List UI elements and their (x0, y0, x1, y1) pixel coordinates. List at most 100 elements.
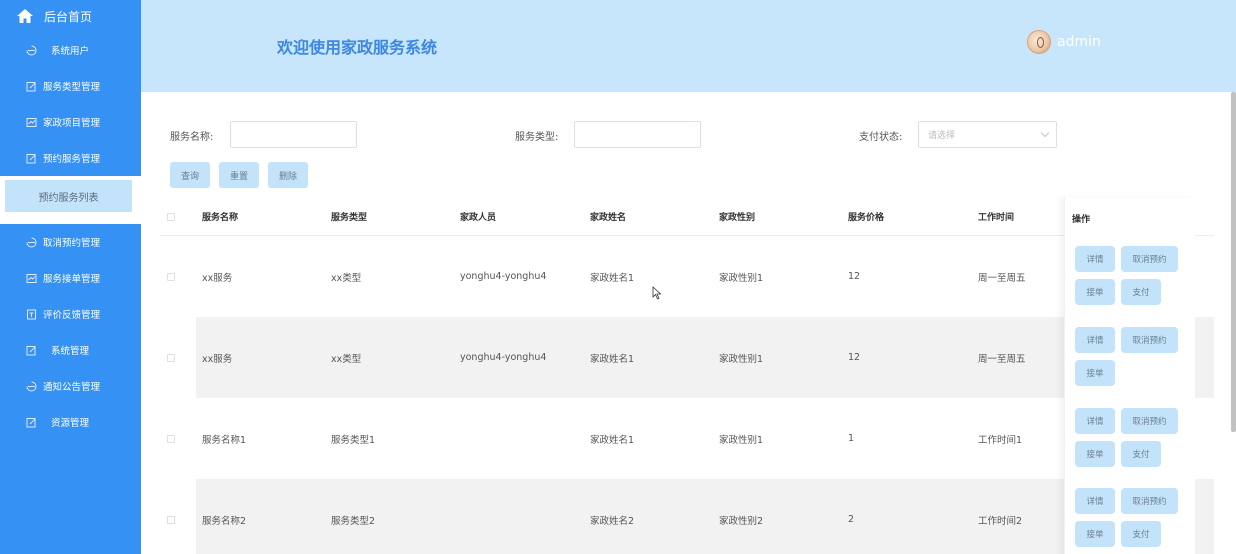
cell-work-time: 周一至周五 (978, 272, 1026, 284)
cancel-booking-button[interactable]: 取消预约 (1121, 246, 1178, 272)
pay-button[interactable]: 支付 (1121, 441, 1161, 467)
sidebar-submenu: 预约服务列表 (0, 176, 141, 224)
select-all-checkbox[interactable] (167, 212, 175, 221)
avatar (1027, 30, 1051, 54)
sidebar: 后台首页 系统用户 服务类型管理 家政项目管理 预约服务管理 预约服务列表 取消… (0, 0, 141, 554)
reset-button[interactable]: 重置 (219, 162, 259, 188)
pay-status-placeholder: 请选择 (928, 131, 956, 141)
page-title: 欢迎使用家政服务系统 (277, 38, 438, 57)
pay-button[interactable]: 支付 (1121, 279, 1161, 305)
sidebar-item-service-type[interactable]: 服务类型管理 (0, 68, 141, 104)
mouse-cursor-icon (652, 286, 662, 300)
main-content: 服务名称: 服务类型: 支付状态: 请选择 查询 重置 删除 服务名称 服务类型… (141, 92, 1236, 554)
cell-price: 12 (848, 352, 861, 363)
pay-status-select[interactable]: 请选择 (918, 121, 1057, 148)
cell-work-time: 工作时间1 (978, 434, 1023, 446)
service-type-input[interactable] (574, 121, 701, 148)
table-row: xx服务 xx类型 yonghu4-yonghu4 家政姓名1 家政性别1 12… (160, 236, 1214, 317)
table-row: xx服务 xx类型 yonghu4-yonghu4 家政姓名1 家政性别1 12… (160, 317, 1214, 398)
column-header: 家政性别 (719, 213, 756, 223)
cell-service-name: xx服务 (202, 272, 233, 284)
cell-staff-gender: 家政性别1 (719, 353, 764, 365)
cell-staff-name: 家政姓名1 (590, 272, 635, 284)
row-checkbox[interactable] (167, 353, 175, 362)
sidebar-item-label: 系统管理 (51, 346, 90, 357)
cell-service-type: xx类型 (331, 272, 362, 284)
edit-icon (26, 417, 36, 427)
sidebar-item-cancel[interactable]: 取消预约管理 (0, 224, 141, 260)
cell-staff-name: 家政姓名2 (590, 515, 635, 527)
sidebar-item-notice[interactable]: 通知公告管理 (0, 368, 141, 404)
cell-staff-gender: 家政性别1 (719, 272, 764, 284)
delete-button[interactable]: 删除 (268, 162, 308, 188)
chart-icon (26, 273, 37, 283)
sidebar-home-label: 后台首页 (44, 9, 93, 24)
accept-order-button[interactable]: 接单 (1075, 521, 1115, 547)
chart-icon (26, 117, 37, 127)
table-row: 服务名称1 服务类型1 家政姓名1 家政性别1 1 工作时间1 (160, 398, 1214, 479)
service-name-label: 服务名称: (170, 132, 214, 143)
sidebar-item-system-users[interactable]: 系统用户 (0, 32, 141, 68)
doc-icon (27, 309, 36, 319)
pay-status-label: 支付状态: (859, 132, 903, 143)
home-icon (17, 9, 33, 23)
pay-button[interactable]: 支付 (1121, 521, 1161, 547)
edit-icon (26, 81, 36, 91)
sidebar-item-orders[interactable]: 服务接单管理 (0, 260, 141, 296)
cell-staff-name: 家政姓名1 (590, 434, 635, 446)
sidebar-item-project[interactable]: 家政项目管理 (0, 104, 141, 140)
accept-order-button[interactable]: 接单 (1075, 360, 1115, 386)
edit-icon (26, 345, 36, 355)
sidebar-item-label: 取消预约管理 (43, 238, 101, 249)
cancel-booking-button[interactable]: 取消预约 (1121, 488, 1178, 514)
query-button[interactable]: 查询 (170, 162, 210, 188)
row-checkbox[interactable] (167, 272, 175, 281)
username: admin (1057, 34, 1101, 50)
column-header: 服务类型 (331, 213, 368, 223)
row-checkbox[interactable] (167, 434, 175, 443)
detail-button[interactable]: 详情 (1075, 488, 1115, 514)
service-name-input[interactable] (230, 121, 357, 148)
cell-service-type: 服务类型1 (331, 434, 376, 446)
accept-order-button[interactable]: 接单 (1075, 441, 1115, 467)
edit-icon (26, 153, 36, 163)
sidebar-item-label: 通知公告管理 (43, 382, 101, 393)
table-row: 服务名称2 服务类型2 家政姓名2 家政性别2 2 工作时间2 (160, 479, 1214, 554)
cancel-booking-button[interactable]: 取消预约 (1121, 327, 1178, 353)
cell-service-type: xx类型 (331, 353, 362, 365)
user-icon (26, 381, 37, 392)
sidebar-subitem-booking-list[interactable]: 预约服务列表 (5, 180, 132, 212)
cell-staff-gender: 家政性别1 (719, 434, 764, 446)
sidebar-home[interactable]: 后台首页 (0, 0, 141, 32)
sidebar-item-feedback[interactable]: 评价反馈管理 (0, 296, 141, 332)
vertical-scrollbar[interactable] (1231, 92, 1236, 432)
sidebar-item-resource[interactable]: 资源管理 (0, 404, 141, 440)
column-header: 工作时间 (978, 213, 1015, 223)
cell-staff: yonghu4-yonghu4 (460, 352, 547, 363)
sidebar-item-system[interactable]: 系统管理 (0, 332, 141, 368)
cell-staff: yonghu4-yonghu4 (460, 271, 547, 282)
column-header: 家政姓名 (590, 213, 627, 223)
cell-staff-gender: 家政性别2 (719, 515, 764, 527)
sidebar-item-label: 预约服务管理 (43, 154, 101, 165)
operations-column: 操作 详情 取消预约 接单 支付 详情 取消预约 接单 详情 取消预约 接单 支… (1064, 198, 1195, 554)
cell-price: 1 (848, 433, 855, 444)
user-icon (26, 45, 37, 56)
header: 欢迎使用家政服务系统 admin (141, 0, 1236, 92)
sidebar-item-label: 家政项目管理 (43, 118, 101, 129)
cell-price: 12 (848, 271, 861, 282)
detail-button[interactable]: 详情 (1075, 246, 1115, 272)
cancel-booking-button[interactable]: 取消预约 (1121, 408, 1178, 434)
column-header: 服务名称 (202, 213, 239, 223)
sidebar-item-label: 资源管理 (51, 418, 90, 429)
user-menu[interactable]: admin (1027, 30, 1101, 54)
column-header: 家政人员 (460, 213, 497, 223)
data-table: 服务名称 服务类型 家政人员 家政姓名 家政性别 服务价格 工作时间 xx服务 … (160, 198, 1214, 554)
sidebar-item-booking[interactable]: 预约服务管理 (0, 140, 141, 176)
detail-button[interactable]: 详情 (1075, 327, 1115, 353)
column-header-operations: 操作 (1072, 215, 1091, 225)
accept-order-button[interactable]: 接单 (1075, 279, 1115, 305)
chevron-down-icon (1040, 128, 1050, 138)
detail-button[interactable]: 详情 (1075, 408, 1115, 434)
row-checkbox[interactable] (167, 515, 175, 524)
